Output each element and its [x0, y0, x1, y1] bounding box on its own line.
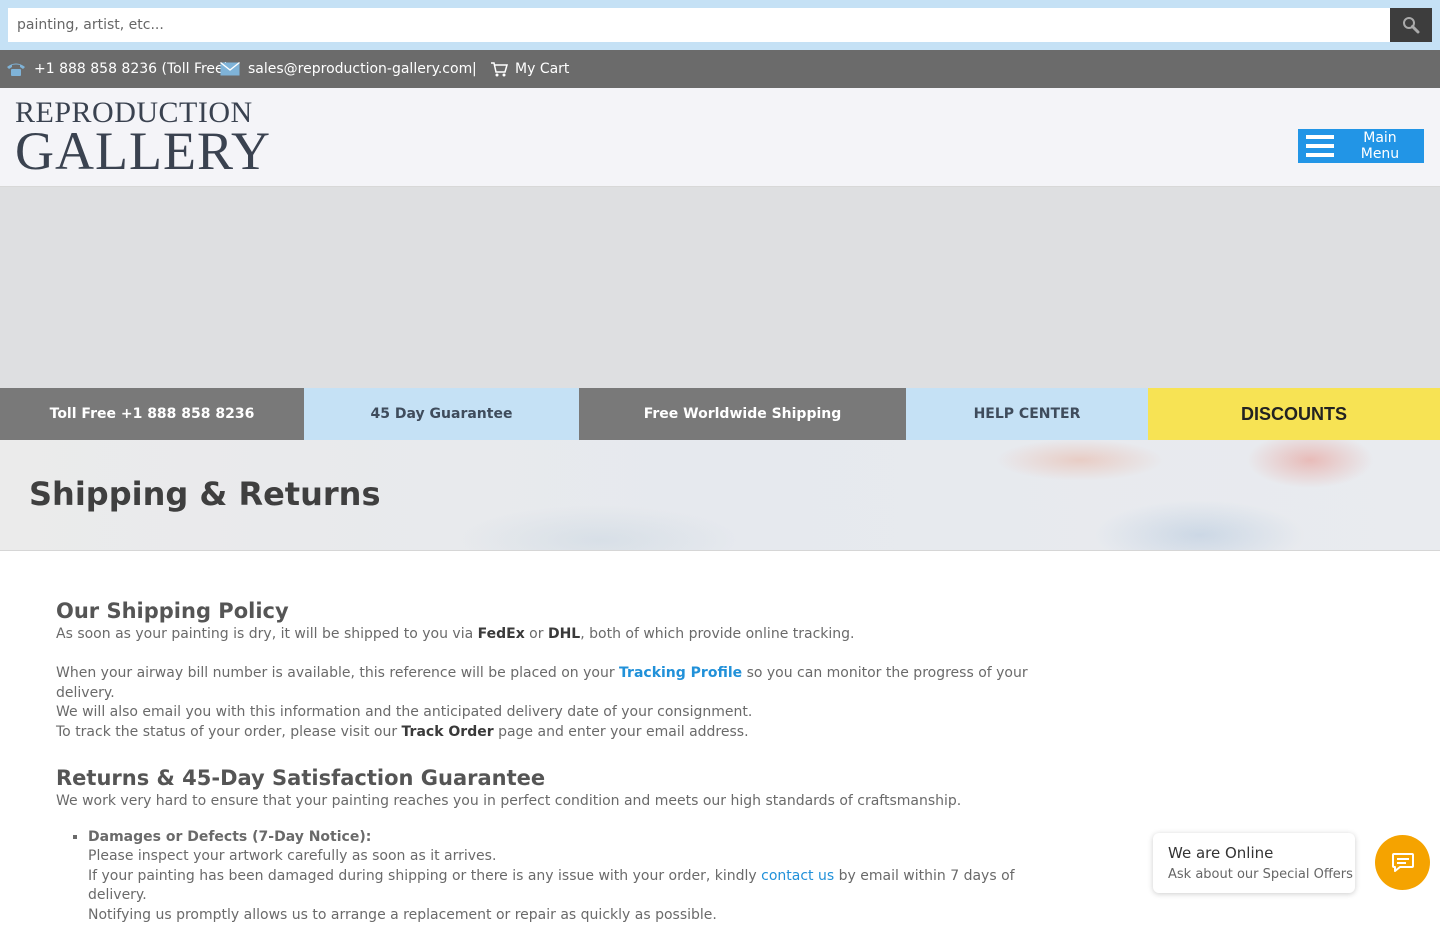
chat-button[interactable] — [1375, 835, 1430, 890]
phone-icon — [6, 61, 26, 77]
page-title: Shipping & Returns — [29, 474, 380, 514]
main-menu-label: Main Menu — [1342, 130, 1418, 162]
phone-link[interactable]: +1 888 858 8236 (Toll Free) — [6, 50, 229, 88]
text: As soon as your painting is dry, it will… — [56, 626, 478, 642]
damages-title: Damages or Defects (7-Day Notice): — [88, 829, 371, 845]
text: , both of which provide online tracking. — [580, 626, 854, 642]
shipping-paragraph-3: We will also email you with this informa… — [56, 703, 1056, 723]
chat-icon — [1391, 852, 1415, 874]
list-item: Damages or Defects (7-Day Notice): Pleas… — [88, 828, 1056, 925]
damages-line-3: Notifying us promptly allows us to arran… — [88, 907, 717, 923]
search-input[interactable] — [8, 8, 1390, 42]
strip-toll-free[interactable]: Toll Free +1 888 858 8236 — [0, 388, 304, 440]
strip-guarantee[interactable]: 45 Day Guarantee — [304, 388, 579, 440]
contact-separator: | — [472, 50, 477, 88]
info-strip: Toll Free +1 888 858 8236 45 Day Guarant… — [0, 388, 1440, 440]
returns-heading: Returns & 45-Day Satisfaction Guarantee — [56, 764, 1056, 792]
main-menu-button[interactable]: Main Menu — [1298, 129, 1424, 163]
strip-discounts[interactable]: DISCOUNTS — [1148, 388, 1440, 440]
hero-banner — [0, 187, 1440, 388]
chat-title: We are Online — [1168, 843, 1340, 863]
site-logo[interactable]: REPRODUCTION GALLERY — [15, 98, 271, 174]
returns-intro: We work very hard to ensure that your pa… — [56, 792, 1056, 812]
contact-bar: +1 888 858 8236 (Toll Free) sales@reprod… — [0, 50, 1440, 88]
shipping-paragraph-2: When your airway bill number is availabl… — [56, 664, 1056, 703]
text: page and enter your email address. — [494, 724, 749, 740]
track-order-text: Track Order — [402, 724, 494, 740]
cart-icon — [490, 61, 508, 77]
contact-us-link[interactable]: contact us — [761, 868, 834, 884]
shipping-heading: Our Shipping Policy — [56, 597, 1056, 625]
strip-shipping-label: Free Worldwide Shipping — [644, 406, 842, 422]
returns-list: Damages or Defects (7-Day Notice): Pleas… — [56, 828, 1056, 925]
logo-line2: GALLERY — [15, 128, 271, 174]
cart-link[interactable]: My Cart — [490, 50, 569, 88]
shipping-paragraph-1: As soon as your painting is dry, it will… — [56, 625, 1056, 645]
search-button[interactable] — [1390, 8, 1432, 42]
strip-toll-free-label: Toll Free +1 888 858 8236 — [50, 406, 255, 422]
main-content: Our Shipping Policy As soon as your pain… — [56, 597, 1056, 925]
chat-subtitle: Ask about our Special Offers — [1168, 866, 1340, 884]
strip-shipping[interactable]: Free Worldwide Shipping — [579, 388, 906, 440]
fedex-text: FedEx — [478, 626, 525, 642]
phone-number: +1 888 858 8236 (Toll Free) — [34, 61, 229, 77]
strip-guarantee-label: 45 Day Guarantee — [371, 406, 513, 422]
strip-help-center[interactable]: HELP CENTER — [906, 388, 1148, 440]
strip-discounts-label: DISCOUNTS — [1241, 404, 1347, 425]
mail-icon — [220, 62, 240, 76]
site-header: REPRODUCTION GALLERY Main Menu — [0, 88, 1440, 187]
chat-bubble[interactable]: We are Online Ask about our Special Offe… — [1153, 833, 1355, 893]
damages-line-1: Please inspect your artwork carefully as… — [88, 848, 496, 864]
email-link[interactable]: sales@reproduction-gallery.com — [220, 50, 472, 88]
page-title-bar: Shipping & Returns — [0, 440, 1440, 551]
hamburger-icon — [1306, 135, 1334, 157]
damages-line-2a: If your painting has been damaged during… — [88, 868, 761, 884]
search-icon — [1402, 16, 1420, 34]
dhl-text: DHL — [548, 626, 580, 642]
cart-label: My Cart — [515, 61, 569, 77]
shipping-paragraph-4: To track the status of your order, pleas… — [56, 723, 1056, 743]
strip-help-center-label: HELP CENTER — [974, 406, 1081, 422]
text: When your airway bill number is availabl… — [56, 665, 619, 681]
text: or — [525, 626, 548, 642]
email-address: sales@reproduction-gallery.com — [248, 61, 472, 77]
text: To track the status of your order, pleas… — [56, 724, 402, 740]
tracking-profile-link[interactable]: Tracking Profile — [619, 665, 742, 681]
search-bar — [0, 0, 1440, 50]
